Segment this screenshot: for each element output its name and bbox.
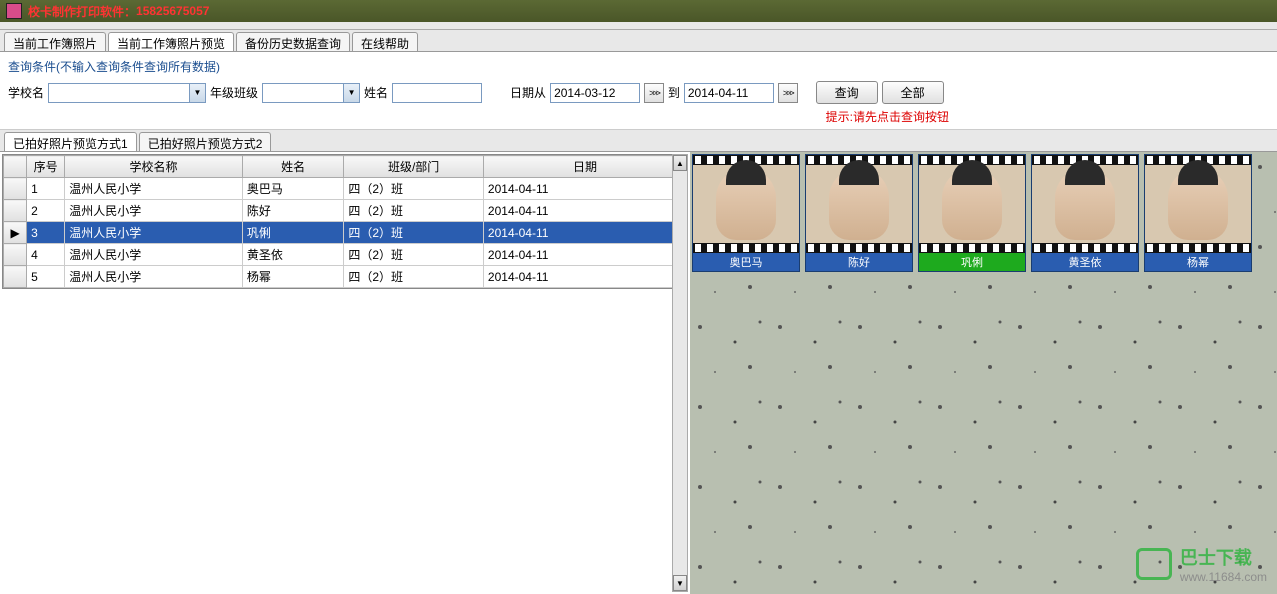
cell-school: 温州人民小学: [65, 266, 243, 288]
query-button[interactable]: 查询: [816, 81, 878, 104]
cell-date: 2014-04-11: [483, 266, 686, 288]
photo-image: [806, 165, 912, 243]
cell-class: 四（2）班: [344, 178, 484, 200]
watermark: 巴士下载 www.11684.com: [1136, 544, 1267, 584]
thumbnail-label: 奥巴马: [693, 253, 799, 271]
cell-no: 4: [27, 244, 65, 266]
chevron-down-icon[interactable]: ▼: [343, 84, 359, 102]
column-header[interactable]: 学校名称: [65, 156, 243, 178]
scroll-up-icon[interactable]: ▲: [673, 155, 687, 171]
main-area: 序号学校名称姓名班级/部门日期1温州人民小学奥巴马四（2）班2014-04-11…: [0, 152, 1277, 594]
column-header[interactable]: 姓名: [242, 156, 344, 178]
scrollbar[interactable]: ▲ ▼: [672, 154, 688, 592]
main-tab-bar: 当前工作簿照片当前工作簿照片预览备份历史数据查询在线帮助: [0, 30, 1277, 52]
search-panel: 查询条件(不输入查询条件查询所有数据) 学校名 ▼ 年级班级 ▼ 姓名 日期从 …: [0, 52, 1277, 130]
class-input[interactable]: [263, 84, 343, 102]
date-from-label: 日期从: [510, 84, 546, 101]
title-phone: 15825675057: [136, 4, 209, 18]
cell-class: 四（2）班: [344, 200, 484, 222]
data-grid[interactable]: 序号学校名称姓名班级/部门日期1温州人民小学奥巴马四（2）班2014-04-11…: [2, 154, 688, 289]
main-tab-2[interactable]: 备份历史数据查询: [236, 32, 350, 51]
thumbnail-label: 巩俐: [919, 253, 1025, 271]
date-to-input[interactable]: [684, 83, 774, 103]
column-header[interactable]: 日期: [483, 156, 686, 178]
photo-image: [919, 165, 1025, 243]
photo-thumbnail[interactable]: 巩俐: [918, 154, 1026, 272]
main-tab-1[interactable]: 当前工作簿照片预览: [108, 32, 234, 51]
cell-date: 2014-04-11: [483, 200, 686, 222]
thumbnail-strip: 奥巴马陈好巩俐黄圣依杨幂: [690, 152, 1277, 274]
sub-tab-bar: 已拍好照片预览方式1已拍好照片预览方式2: [0, 130, 1277, 152]
photo-preview-panel: 奥巴马陈好巩俐黄圣依杨幂 巴士下载 www.11684.com: [690, 152, 1277, 594]
table-row[interactable]: 1温州人民小学奥巴马四（2）班2014-04-11: [4, 178, 687, 200]
cell-school: 温州人民小学: [65, 200, 243, 222]
photo-image: [693, 165, 799, 243]
watermark-name: 巴士下载: [1180, 544, 1267, 570]
school-input[interactable]: [49, 84, 189, 102]
name-input[interactable]: [392, 83, 482, 103]
school-combo[interactable]: ▼: [48, 83, 206, 103]
cell-school: 温州人民小学: [65, 244, 243, 266]
chevron-down-icon[interactable]: ▼: [189, 84, 205, 102]
photo-image: [1032, 165, 1138, 243]
cell-date: 2014-04-11: [483, 178, 686, 200]
cell-school: 温州人民小学: [65, 222, 243, 244]
cell-name: 巩俐: [242, 222, 344, 244]
photo-thumbnail[interactable]: 奥巴马: [692, 154, 800, 272]
table-row[interactable]: 2温州人民小学陈好四（2）班2014-04-11: [4, 200, 687, 222]
photo-thumbnail[interactable]: 陈好: [805, 154, 913, 272]
column-header[interactable]: 班级/部门: [344, 156, 484, 178]
cell-no: 1: [27, 178, 65, 200]
cell-school: 温州人民小学: [65, 178, 243, 200]
title-prefix: 校卡制作打印软件：: [28, 3, 136, 20]
photo-image: [1145, 165, 1251, 243]
column-header[interactable]: 序号: [27, 156, 65, 178]
thumbnail-label: 杨幂: [1145, 253, 1251, 271]
cell-class: 四（2）班: [344, 222, 484, 244]
cell-no: 2: [27, 200, 65, 222]
table-row[interactable]: 5温州人民小学杨幂四（2）班2014-04-11: [4, 266, 687, 288]
table-row[interactable]: ▶3温州人民小学巩俐四（2）班2014-04-11: [4, 222, 687, 244]
search-hint: 查询条件(不输入查询条件查询所有数据): [8, 56, 1269, 77]
table-row[interactable]: 4温州人民小学黄圣依四（2）班2014-04-11: [4, 244, 687, 266]
date-from-picker-button[interactable]: >>>: [644, 83, 664, 103]
date-to-label: 到: [668, 84, 680, 101]
thumbnail-label: 黄圣依: [1032, 253, 1138, 271]
name-label: 姓名: [364, 84, 388, 101]
all-button[interactable]: 全部: [882, 81, 944, 104]
sub-tab-0[interactable]: 已拍好照片预览方式1: [4, 132, 137, 151]
thumbnail-label: 陈好: [806, 253, 912, 271]
app-icon: [6, 3, 22, 19]
cell-date: 2014-04-11: [483, 222, 686, 244]
grid-panel: 序号学校名称姓名班级/部门日期1温州人民小学奥巴马四（2）班2014-04-11…: [0, 152, 690, 594]
main-tab-0[interactable]: 当前工作簿照片: [4, 32, 106, 51]
class-combo[interactable]: ▼: [262, 83, 360, 103]
main-tab-3[interactable]: 在线帮助: [352, 32, 418, 51]
watermark-logo-icon: [1136, 548, 1172, 580]
date-to-picker-button[interactable]: >>>: [778, 83, 798, 103]
photo-thumbnail[interactable]: 杨幂: [1144, 154, 1252, 272]
cell-name: 杨幂: [242, 266, 344, 288]
watermark-url: www.11684.com: [1180, 570, 1267, 584]
school-label: 学校名: [8, 84, 44, 101]
cell-name: 奥巴马: [242, 178, 344, 200]
cell-no: 5: [27, 266, 65, 288]
date-from-input[interactable]: [550, 83, 640, 103]
title-bar: 校卡制作打印软件： 15825675057: [0, 0, 1277, 22]
cell-name: 陈好: [242, 200, 344, 222]
photo-thumbnail[interactable]: 黄圣依: [1031, 154, 1139, 272]
cell-date: 2014-04-11: [483, 244, 686, 266]
menubar: [0, 22, 1277, 30]
cell-class: 四（2）班: [344, 244, 484, 266]
warning-text: 提示:请先点击查询按钮: [826, 110, 949, 124]
sub-tab-1[interactable]: 已拍好照片预览方式2: [139, 132, 272, 151]
cell-class: 四（2）班: [344, 266, 484, 288]
cell-name: 黄圣依: [242, 244, 344, 266]
cell-no: 3: [27, 222, 65, 244]
scroll-down-icon[interactable]: ▼: [673, 575, 687, 591]
class-label: 年级班级: [210, 84, 258, 101]
